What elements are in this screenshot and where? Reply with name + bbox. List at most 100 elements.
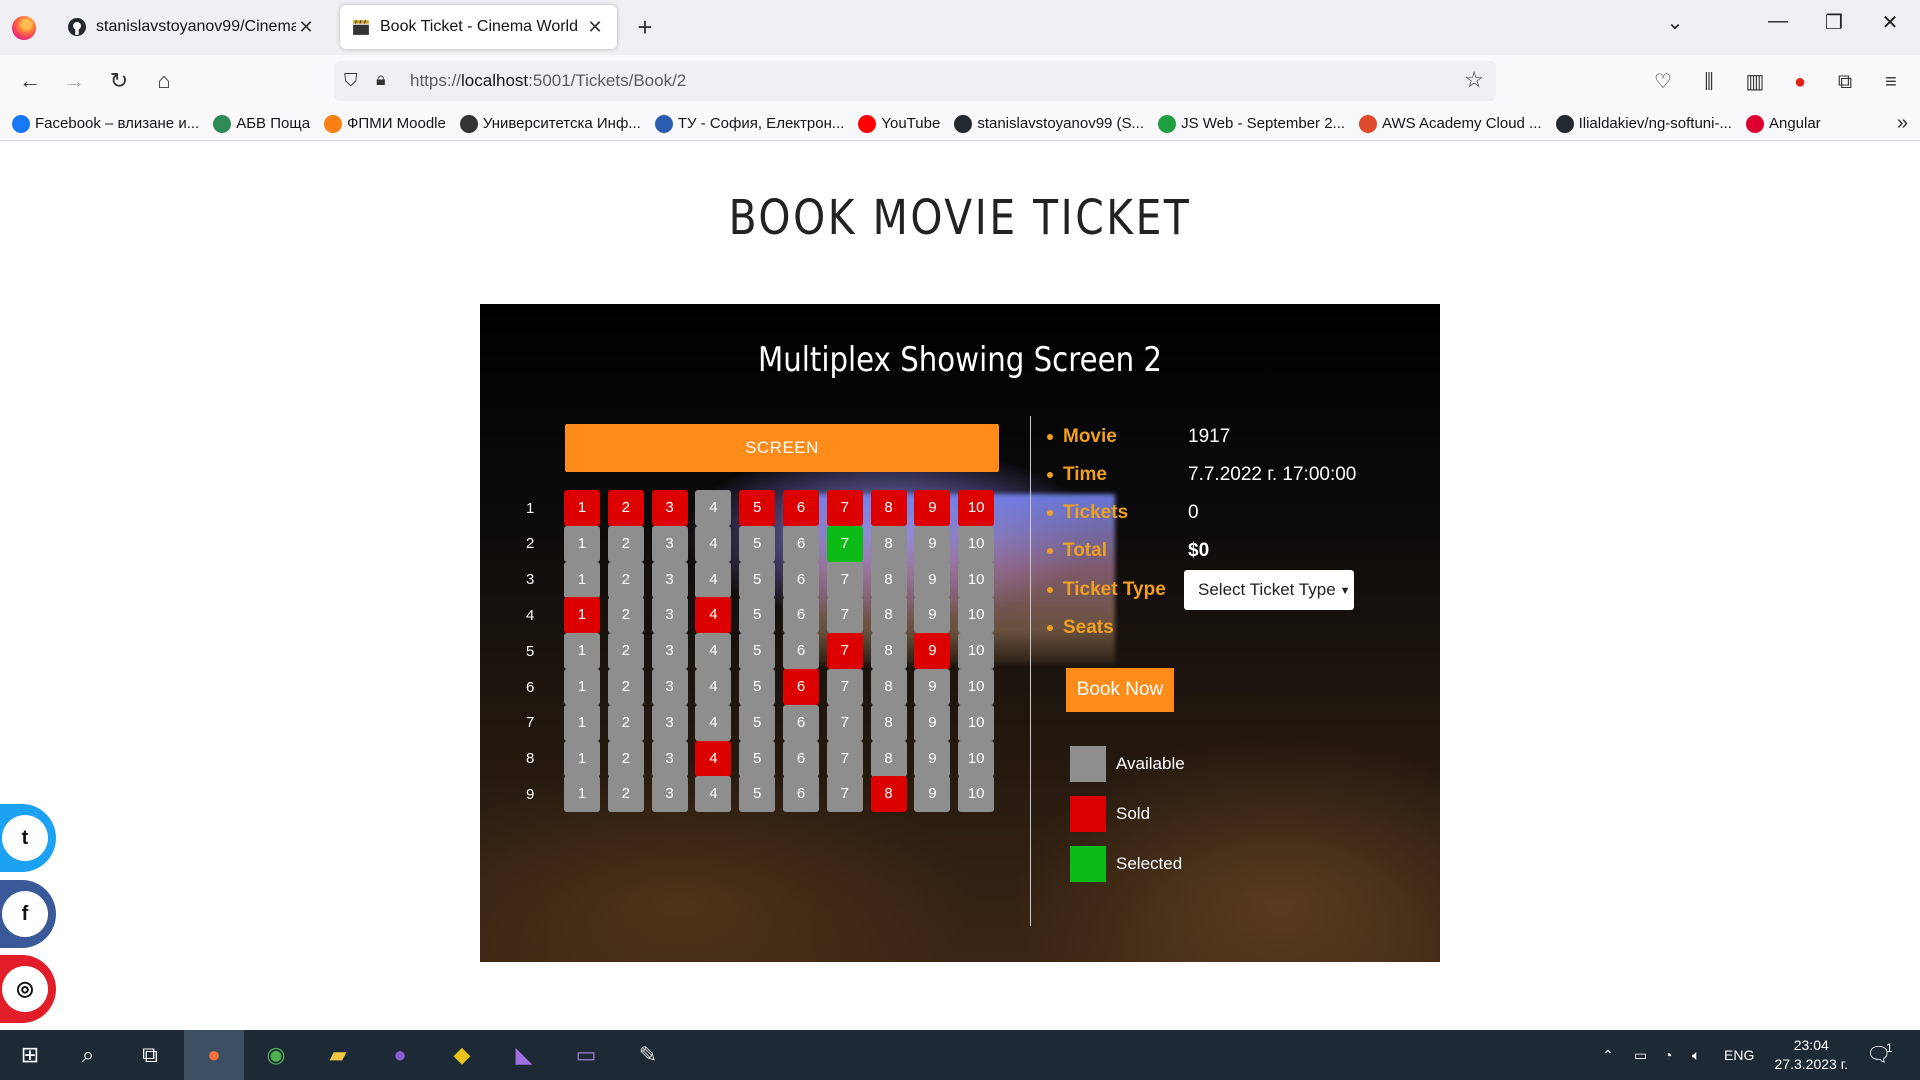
seat-available[interactable]: 4 — [695, 776, 732, 813]
seat-available[interactable]: 6 — [782, 776, 819, 813]
seat-available[interactable]: 3 — [651, 633, 688, 670]
sidebar-icon[interactable]: ▥ — [1740, 67, 1770, 97]
seat-available[interactable]: 10 — [958, 561, 995, 598]
close-tab-icon[interactable]: ✕ — [585, 17, 605, 38]
seat-available[interactable]: 6 — [782, 740, 819, 777]
bookmark-item[interactable]: Университетска Инф... — [459, 114, 641, 133]
seat-available[interactable]: 6 — [782, 525, 819, 562]
forward-icon[interactable]: → — [58, 65, 90, 97]
seat-available[interactable]: 2 — [607, 525, 644, 562]
seat-available[interactable]: 6 — [782, 597, 819, 634]
url-text[interactable]: https://localhost:5001/Tickets/Book/2 — [410, 71, 686, 91]
seat-available[interactable]: 3 — [651, 740, 688, 777]
app-menu-icon[interactable]: ≡ — [1876, 67, 1906, 97]
extensions-icon[interactable]: ⧉ — [1830, 67, 1860, 97]
library-icon[interactable]: ⫼ — [1694, 67, 1724, 97]
seat-available[interactable]: 3 — [651, 669, 688, 705]
seat-available[interactable]: 10 — [958, 740, 995, 777]
seat-available[interactable]: 10 — [958, 597, 995, 634]
seat-available[interactable]: 1 — [564, 740, 600, 777]
bookmark-item[interactable]: Angular — [1745, 114, 1821, 133]
seat-available[interactable]: 4 — [695, 669, 732, 705]
seat-available[interactable]: 2 — [607, 704, 644, 741]
bookmark-star-icon[interactable]: ☆ — [1464, 67, 1484, 93]
seat-available[interactable]: 1 — [564, 704, 600, 741]
seat-available[interactable]: 7 — [826, 597, 863, 634]
seat-available[interactable]: 1 — [564, 525, 600, 562]
ticket-type-dropdown[interactable]: Select Ticket Type ▼ — [1184, 570, 1354, 610]
seat-available[interactable]: 4 — [695, 704, 732, 741]
seat-available[interactable]: 9 — [914, 597, 951, 634]
seat-available[interactable]: 10 — [958, 633, 995, 670]
reload-icon[interactable]: ↻ — [103, 65, 135, 97]
seat-available[interactable]: 1 — [564, 669, 600, 705]
show-hidden-icons[interactable]: ⌃ — [1602, 1030, 1614, 1080]
new-tab-icon[interactable]: + — [630, 12, 660, 43]
task-view-icon[interactable]: ⧉ — [130, 1035, 170, 1075]
seat-available[interactable]: 6 — [782, 704, 819, 741]
bookmark-item[interactable]: АБВ Поща — [213, 114, 310, 133]
more-bookmarks-icon[interactable]: » — [1897, 112, 1908, 135]
close-window-icon[interactable]: ✕ — [1870, 10, 1910, 35]
seat-available[interactable]: 2 — [607, 597, 644, 634]
wifi-icon[interactable]: ◔ — [1664, 1030, 1672, 1080]
seat-available[interactable]: 5 — [739, 633, 776, 670]
seat-available[interactable]: 9 — [914, 525, 951, 562]
seat-available[interactable]: 4 — [695, 633, 732, 670]
seat-selected[interactable]: 7 — [826, 525, 863, 562]
seat-available[interactable]: 2 — [607, 776, 644, 813]
seat-available[interactable]: 9 — [914, 669, 951, 705]
bookmark-item[interactable]: ФПМИ Moodle — [324, 114, 446, 133]
bookmark-item[interactable]: JS Web - September 2... — [1158, 114, 1345, 133]
home-icon[interactable]: ⌂ — [148, 65, 180, 97]
url-bar[interactable]: ⛉ 🔒︎ https://localhost:5001/Tickets/Book… — [334, 61, 1496, 101]
seat-available[interactable]: 3 — [651, 776, 688, 813]
bookmark-item[interactable]: AWS Academy Cloud ... — [1359, 114, 1542, 133]
seat-available[interactable]: 8 — [870, 561, 907, 598]
seat-available[interactable]: 2 — [607, 561, 644, 598]
lock-icon[interactable]: 🔒︎ — [376, 69, 386, 90]
facebook-link[interactable]: f — [0, 880, 56, 948]
seat-available[interactable]: 4 — [695, 490, 732, 526]
bookmark-item[interactable]: Ilialdakiev/ng-softuni-... — [1555, 114, 1732, 133]
restore-icon[interactable]: ❐ — [1814, 10, 1854, 35]
bookmark-item[interactable]: YouTube — [858, 114, 940, 133]
twitter-link[interactable]: t — [0, 804, 56, 872]
list-all-tabs-icon[interactable]: ⌄ — [1655, 10, 1695, 35]
windows-start-icon[interactable]: ⊞ — [10, 1035, 50, 1075]
seat-available[interactable]: 8 — [870, 633, 907, 670]
seat-available[interactable]: 3 — [651, 704, 688, 741]
seat-available[interactable]: 2 — [607, 633, 644, 670]
opera-addon-icon[interactable]: ● — [1785, 67, 1815, 97]
seat-available[interactable]: 5 — [739, 740, 776, 777]
seat-available[interactable]: 7 — [826, 561, 863, 598]
seat-available[interactable]: 3 — [651, 525, 688, 562]
seat-available[interactable]: 5 — [739, 704, 776, 741]
seat-available[interactable]: 7 — [826, 776, 863, 813]
shield-icon[interactable]: ⛉ — [344, 70, 358, 91]
visual-studio-icon[interactable]: ◣ — [504, 1035, 544, 1075]
seat-available[interactable]: 7 — [826, 704, 863, 741]
pocket-icon[interactable]: ♡ — [1648, 67, 1678, 97]
seat-available[interactable]: 5 — [739, 669, 776, 705]
seat-available[interactable]: 9 — [914, 740, 951, 777]
seat-available[interactable]: 8 — [870, 669, 907, 705]
seat-available[interactable]: 5 — [739, 525, 776, 562]
seat-available[interactable]: 9 — [914, 704, 951, 741]
seat-available[interactable]: 4 — [695, 561, 732, 598]
github-desktop-icon[interactable]: ● — [380, 1035, 420, 1075]
seat-available[interactable]: 6 — [782, 633, 819, 670]
sql-tool-icon[interactable]: ◆ — [442, 1035, 482, 1075]
seat-available[interactable]: 3 — [651, 597, 688, 634]
seat-available[interactable]: 4 — [695, 525, 732, 562]
seat-available[interactable]: 1 — [564, 776, 600, 813]
seat-available[interactable]: 2 — [607, 669, 644, 705]
firefox-menu-icon[interactable] — [12, 16, 36, 40]
battery-icon[interactable]: ▭ — [1634, 1030, 1647, 1080]
seat-available[interactable]: 6 — [782, 561, 819, 598]
language-indicator[interactable]: ENG — [1724, 1030, 1754, 1080]
tab-book-ticket[interactable]: Book Ticket - Cinema World ✕ — [340, 5, 617, 49]
seat-available[interactable]: 5 — [739, 597, 776, 634]
seat-available[interactable]: 5 — [739, 561, 776, 598]
firefox-taskbar-icon[interactable]: ● — [194, 1035, 234, 1075]
